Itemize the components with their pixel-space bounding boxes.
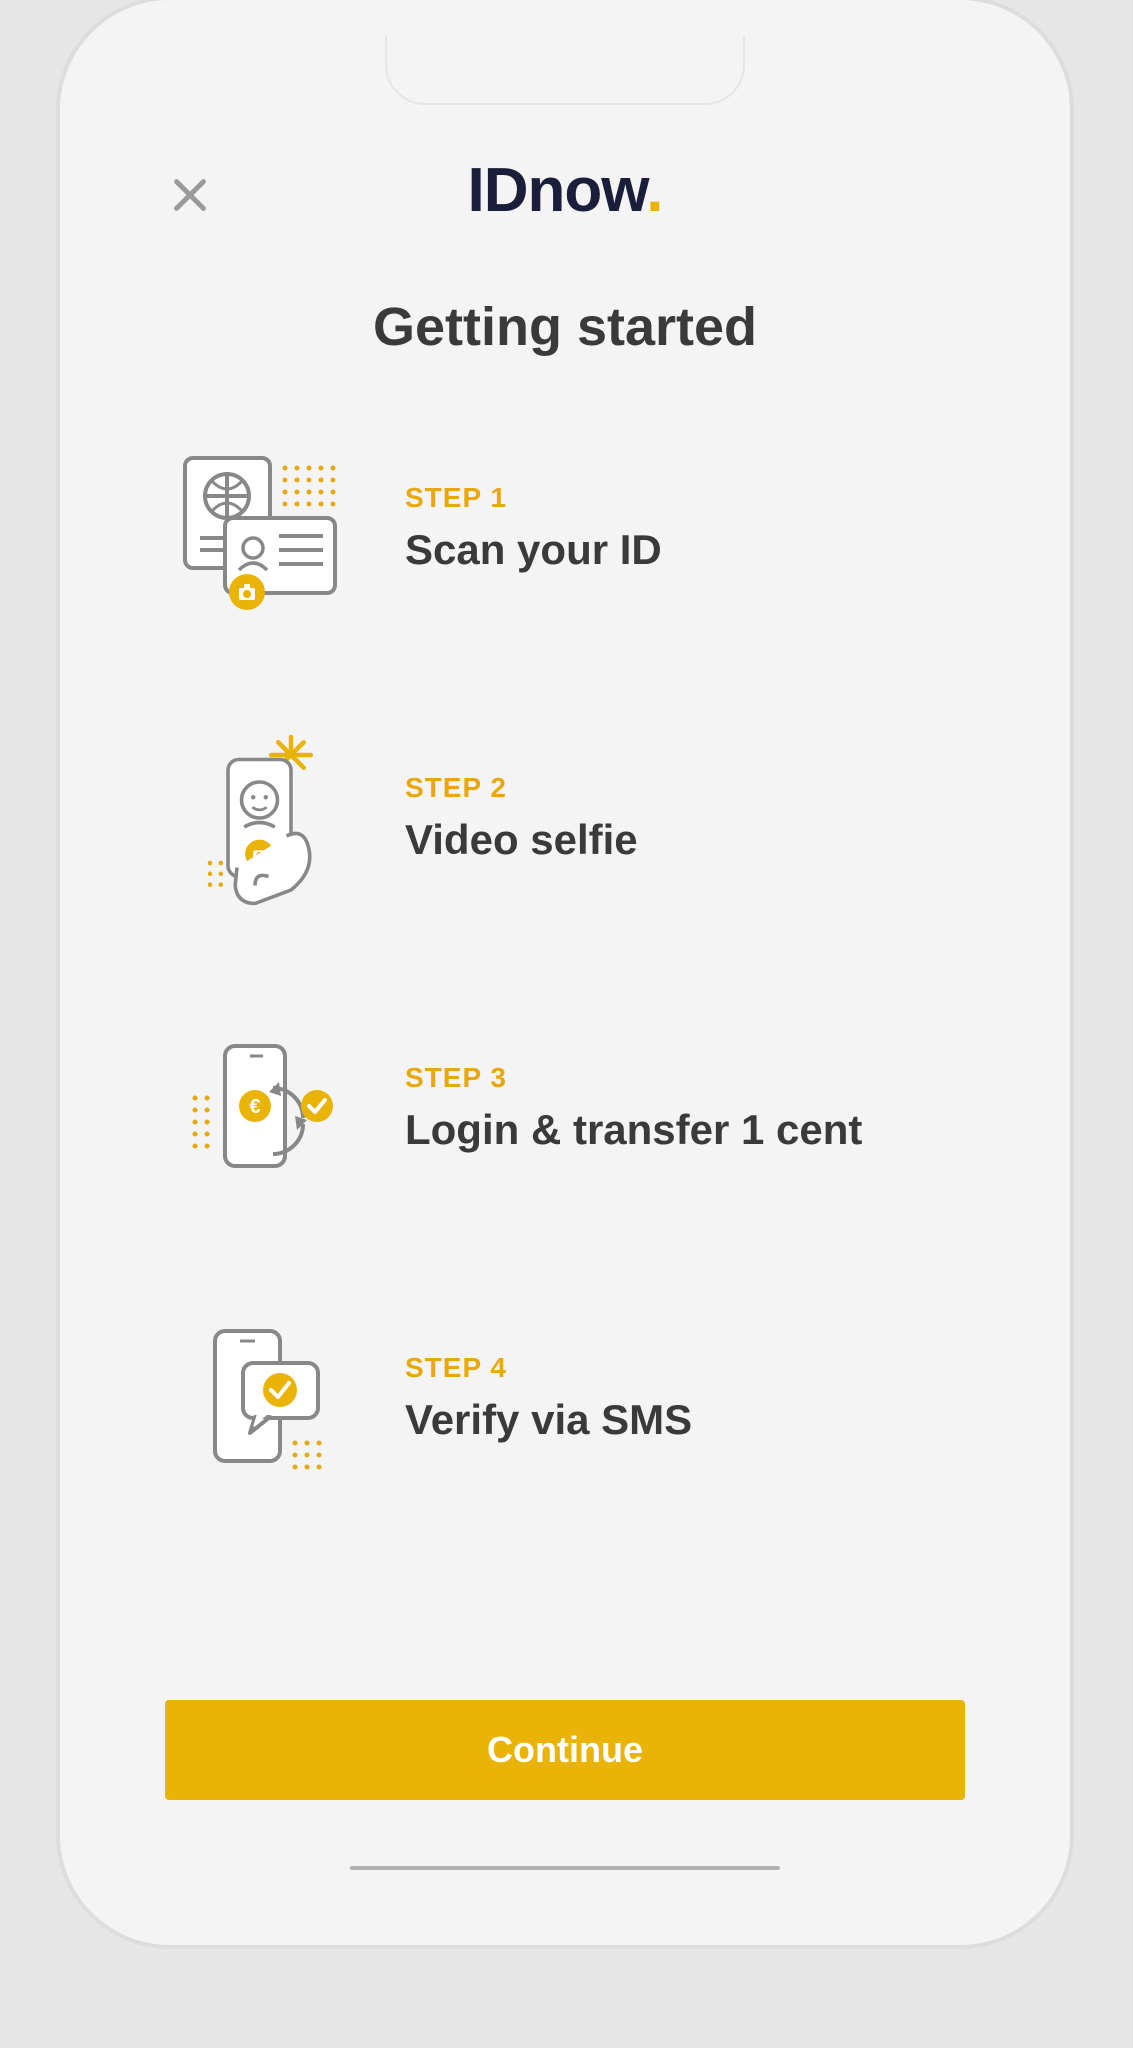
home-indicator	[350, 1866, 780, 1870]
brand-dot: .	[646, 156, 662, 225]
close-button[interactable]	[165, 170, 215, 220]
step-title: Verify via SMS	[405, 1396, 975, 1444]
step-text-3: STEP 3 Login & transfer 1 cent	[405, 1062, 975, 1154]
step-text-4: STEP 4 Verify via SMS	[405, 1352, 975, 1444]
steps-list: STEP 1 Scan your ID	[105, 438, 1025, 1488]
id-scan-icon	[155, 438, 355, 618]
transfer-icon: €	[155, 1018, 355, 1198]
brand-name: IDnow	[468, 156, 647, 225]
step-video-selfie: STEP 2 Video selfie	[155, 728, 975, 908]
step-verify-sms: STEP 4 Verify via SMS	[155, 1308, 975, 1488]
video-selfie-icon	[155, 728, 355, 908]
svg-text:€: €	[249, 1096, 260, 1118]
step-scan-id: STEP 1 Scan your ID	[155, 438, 975, 618]
step-transfer: € STEP 3 Login & transfer 1 cent	[155, 1018, 975, 1198]
step-text-1: STEP 1 Scan your ID	[405, 482, 975, 574]
phone-screen: IDnow. Getting started	[105, 35, 1025, 1900]
step-text-2: STEP 2 Video selfie	[405, 772, 975, 864]
step-label: STEP 3	[405, 1062, 975, 1094]
brand-logo: IDnow.	[468, 155, 663, 226]
sms-verify-icon	[155, 1308, 355, 1488]
phone-frame: IDnow. Getting started	[60, 0, 1070, 1945]
phone-notch	[385, 35, 745, 105]
close-icon	[167, 172, 213, 218]
step-title: Scan your ID	[405, 526, 975, 574]
page-title: Getting started	[105, 296, 1025, 358]
step-title: Login & transfer 1 cent	[405, 1106, 975, 1154]
step-title: Video selfie	[405, 816, 975, 864]
step-label: STEP 4	[405, 1352, 975, 1384]
continue-button[interactable]: Continue	[165, 1700, 965, 1800]
step-label: STEP 2	[405, 772, 975, 804]
step-label: STEP 1	[405, 482, 975, 514]
